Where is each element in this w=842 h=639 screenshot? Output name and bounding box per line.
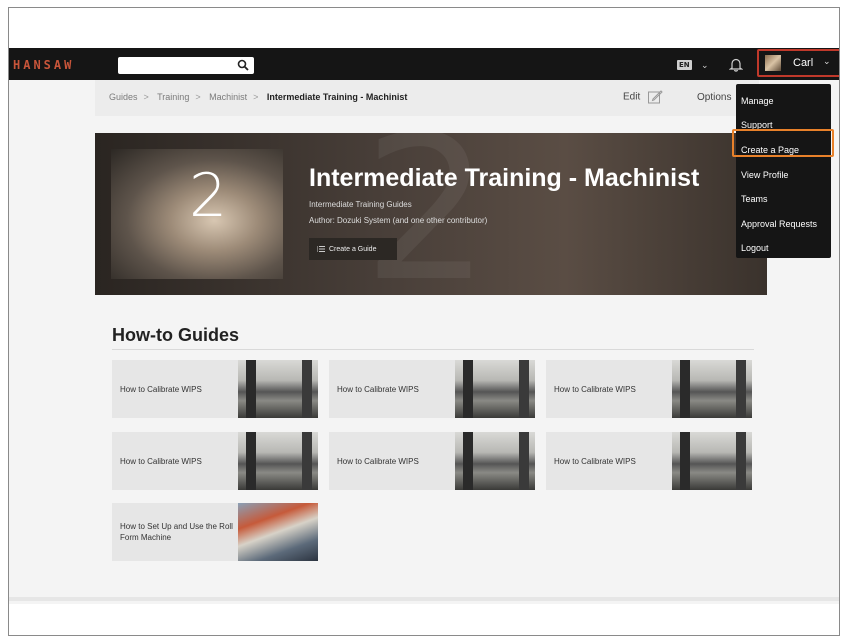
breadcrumb-bar: Guides > Training > Machinist > Intermediat… (95, 80, 759, 116)
edit-icon (648, 90, 663, 104)
guide-card-label: How to Calibrate WIPS (337, 456, 419, 466)
list-icon (317, 246, 325, 252)
user-menu-button[interactable]: Carl ⌄ (757, 49, 839, 77)
guide-card-label: How to Calibrate WIPS (120, 456, 202, 466)
chevron-right-icon: > (143, 92, 149, 102)
hero-banner: 2 2 Intermediate Training - Machinist In… (95, 133, 767, 295)
user-name: Carl (793, 57, 814, 69)
browser-frame: HANSAW EN ⌄ Carl ⌄ Guides > Training > Mac… (8, 7, 840, 636)
language-selector[interactable]: EN (677, 60, 692, 70)
section-title: How-to Guides (112, 325, 239, 345)
menu-item-approval-requests[interactable]: Approval Requests (741, 219, 817, 229)
chevron-down-icon: ⌄ (823, 56, 831, 66)
search-icon[interactable] (237, 59, 249, 71)
guide-card-label: How to Calibrate WIPS (120, 384, 202, 394)
guide-card-thumbnail (238, 503, 318, 561)
guide-card-thumbnail (238, 432, 318, 490)
hero-background-digit: 2 (363, 133, 491, 295)
logo[interactable]: HANSAW (13, 58, 74, 72)
menu-item-manage[interactable]: Manage (741, 96, 774, 106)
user-dropdown-menu: Manage Support Create a Page View Profil… (736, 84, 831, 258)
menu-item-view-profile[interactable]: View Profile (741, 170, 788, 180)
chevron-down-icon[interactable]: ⌄ (701, 60, 709, 71)
guide-card[interactable]: How to Calibrate WIPS (329, 360, 535, 418)
menu-item-logout[interactable]: Logout (741, 243, 769, 253)
chevron-right-icon: > (195, 92, 201, 102)
guide-card[interactable]: How to Calibrate WIPS (112, 432, 318, 490)
page-author: Author: Dozuki System (and one other con… (309, 216, 488, 225)
search-input[interactable] (118, 58, 228, 76)
breadcrumb-item-training[interactable]: Training (157, 92, 189, 102)
breadcrumb-item-guides[interactable]: Guides (109, 92, 138, 102)
guide-card-label: How to Calibrate WIPS (554, 384, 636, 394)
edit-button[interactable]: Edit (623, 89, 663, 105)
create-guide-button[interactable]: Create a Guide (309, 238, 397, 260)
guide-card-thumbnail (455, 432, 535, 490)
guide-card[interactable]: How to Calibrate WIPS (546, 432, 752, 490)
guide-card-label: How to Calibrate WIPS (337, 384, 419, 394)
breadcrumb-item-machinist[interactable]: Machinist (209, 92, 247, 102)
guide-card[interactable]: How to Calibrate WIPS (329, 432, 535, 490)
search-box[interactable] (118, 57, 254, 76)
footer-divider (9, 597, 839, 601)
guide-card-thumbnail (672, 360, 752, 418)
guide-card-thumbnail (455, 360, 535, 418)
menu-item-teams[interactable]: Teams (741, 194, 768, 204)
chevron-right-icon: > (253, 92, 259, 102)
breadcrumb: Guides > Training > Machinist > Intermediat… (109, 92, 411, 102)
page-title: Intermediate Training - Machinist (309, 164, 700, 192)
page-subtitle: Intermediate Training Guides (309, 200, 412, 209)
guide-card[interactable]: How to Calibrate WIPS (546, 360, 752, 418)
guide-card-thumbnail (672, 432, 752, 490)
create-guide-label: Create a Guide (329, 245, 377, 253)
guide-card[interactable]: How to Calibrate WIPS (112, 360, 318, 418)
guide-card-label: How to Set Up and Use the Roll Form Mach… (120, 522, 233, 542)
hero-thumbnail-number: 2 (189, 161, 228, 231)
guide-card-label: How to Calibrate WIPS (554, 456, 636, 466)
section-divider (112, 349, 754, 350)
highlight-box (732, 129, 834, 157)
guide-card[interactable]: How to Set Up and Use the Roll Form Mach… (112, 503, 318, 561)
guide-card-thumbnail (238, 360, 318, 418)
bell-icon[interactable] (729, 57, 743, 72)
options-button[interactable]: Options (697, 92, 731, 103)
hero-thumbnail: 2 (111, 149, 283, 279)
avatar (765, 55, 781, 71)
breadcrumb-current: Intermediate Training - Machinist (266, 92, 408, 102)
top-navbar: HANSAW EN ⌄ (9, 48, 839, 80)
edit-label: Edit (623, 91, 641, 103)
